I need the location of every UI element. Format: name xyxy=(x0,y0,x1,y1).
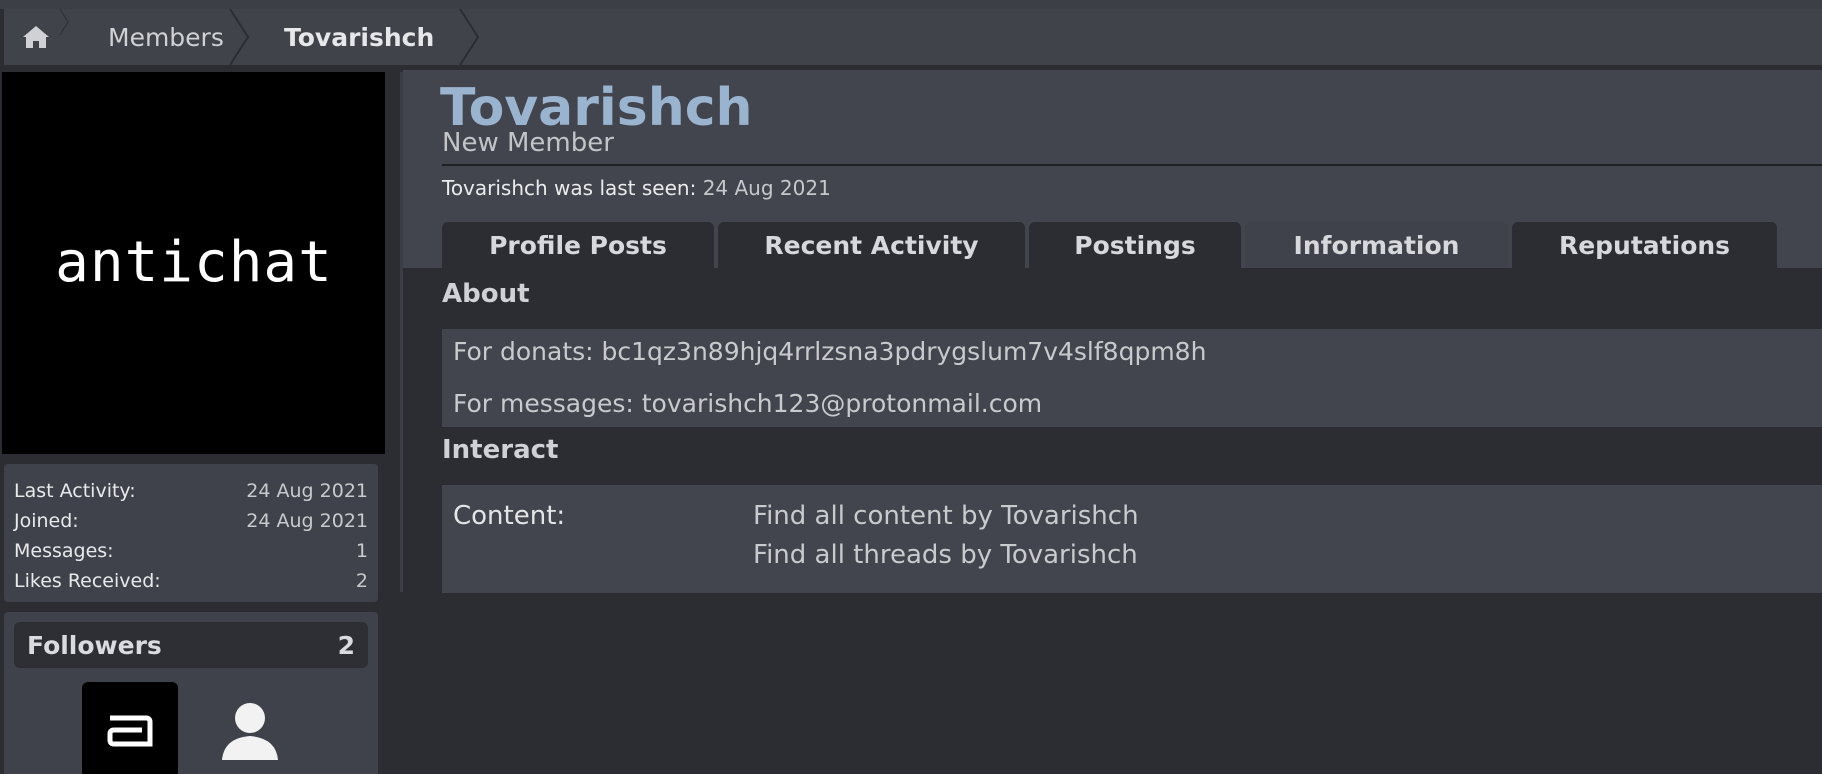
last-seen-label: Tovarishch was last seen: xyxy=(442,176,697,200)
followers-title: Followers xyxy=(27,630,162,660)
top-strip xyxy=(0,0,1822,9)
profile-stats: Last Activity: 24 Aug 2021 Joined: 24 Au… xyxy=(4,464,378,602)
breadcrumb-current-label: Tovarishch xyxy=(284,22,435,52)
default-user-avatar-icon[interactable] xyxy=(218,698,282,762)
interact-title: Interact xyxy=(442,435,559,465)
header-divider xyxy=(442,164,1822,166)
stat-label: Last Activity: xyxy=(14,480,136,502)
breadcrumb-members[interactable]: Members xyxy=(78,9,250,65)
tab-recent-activity[interactable]: Recent Activity xyxy=(718,222,1025,269)
tab-reputations[interactable]: Reputations xyxy=(1512,222,1777,269)
profile-tabs: Profile Posts Recent Activity Postings I… xyxy=(442,222,1781,269)
about-donation-line: For donats: bc1qz3n89hjq4rrlzsna3pdrygsl… xyxy=(453,337,1207,366)
about-box: For donats: bc1qz3n89hjq4rrlzsna3pdrygsl… xyxy=(442,329,1822,427)
stat-value: 24 Aug 2021 xyxy=(246,510,368,532)
tab-information[interactable]: Information xyxy=(1245,222,1508,269)
about-title: About xyxy=(442,279,530,309)
profile-avatar[interactable]: antichat xyxy=(2,72,385,454)
profile-user-title: New Member xyxy=(442,128,614,158)
follower-avatar[interactable] xyxy=(82,682,178,774)
followers-panel: Followers 2 xyxy=(4,612,378,774)
stat-label: Messages: xyxy=(14,540,114,562)
stat-value: 2 xyxy=(355,570,368,592)
breadcrumb: Members Tovarishch xyxy=(4,9,1822,65)
antichat-a-avatar-icon xyxy=(107,715,153,747)
stat-value: 24 Aug 2021 xyxy=(246,480,368,502)
breadcrumb-separator-icon xyxy=(459,9,480,65)
tab-postings[interactable]: Postings xyxy=(1029,222,1241,269)
avatar-logo-text: antichat xyxy=(55,233,333,293)
breadcrumb-separator-icon xyxy=(59,9,69,35)
about-messages-line: For messages: tovarishch123@protonmail.c… xyxy=(453,389,1043,418)
followers-header[interactable]: Followers 2 xyxy=(14,622,368,668)
breadcrumb-members-label: Members xyxy=(108,22,224,52)
breadcrumb-home[interactable] xyxy=(4,9,78,65)
interact-box: Content: Find all content by Tovarishch … xyxy=(442,485,1822,593)
interact-content-label: Content: xyxy=(453,501,566,531)
home-icon xyxy=(23,26,49,48)
find-all-threads-link[interactable]: Find all threads by Tovarishch xyxy=(753,540,1138,570)
stat-label: Likes Received: xyxy=(14,570,161,592)
stat-label: Joined: xyxy=(14,510,79,532)
find-all-content-link[interactable]: Find all content by Tovarishch xyxy=(753,501,1139,531)
breadcrumb-current-user[interactable]: Tovarishch xyxy=(250,9,480,65)
stat-last-activity: Last Activity: 24 Aug 2021 xyxy=(14,476,368,506)
breadcrumb-separator-icon xyxy=(229,9,250,65)
stat-joined: Joined: 24 Aug 2021 xyxy=(14,506,368,536)
stat-value: 1 xyxy=(355,540,368,562)
tab-profile-posts[interactable]: Profile Posts xyxy=(442,222,714,269)
stat-likes-received: Likes Received: 2 xyxy=(14,566,368,596)
stat-messages: Messages: 1 xyxy=(14,536,368,566)
followers-count: 2 xyxy=(337,630,355,660)
antichat-logo-image: antichat xyxy=(55,233,333,293)
last-seen-date: 24 Aug 2021 xyxy=(702,176,831,200)
last-seen: Tovarishch was last seen: 24 Aug 2021 xyxy=(442,176,831,200)
